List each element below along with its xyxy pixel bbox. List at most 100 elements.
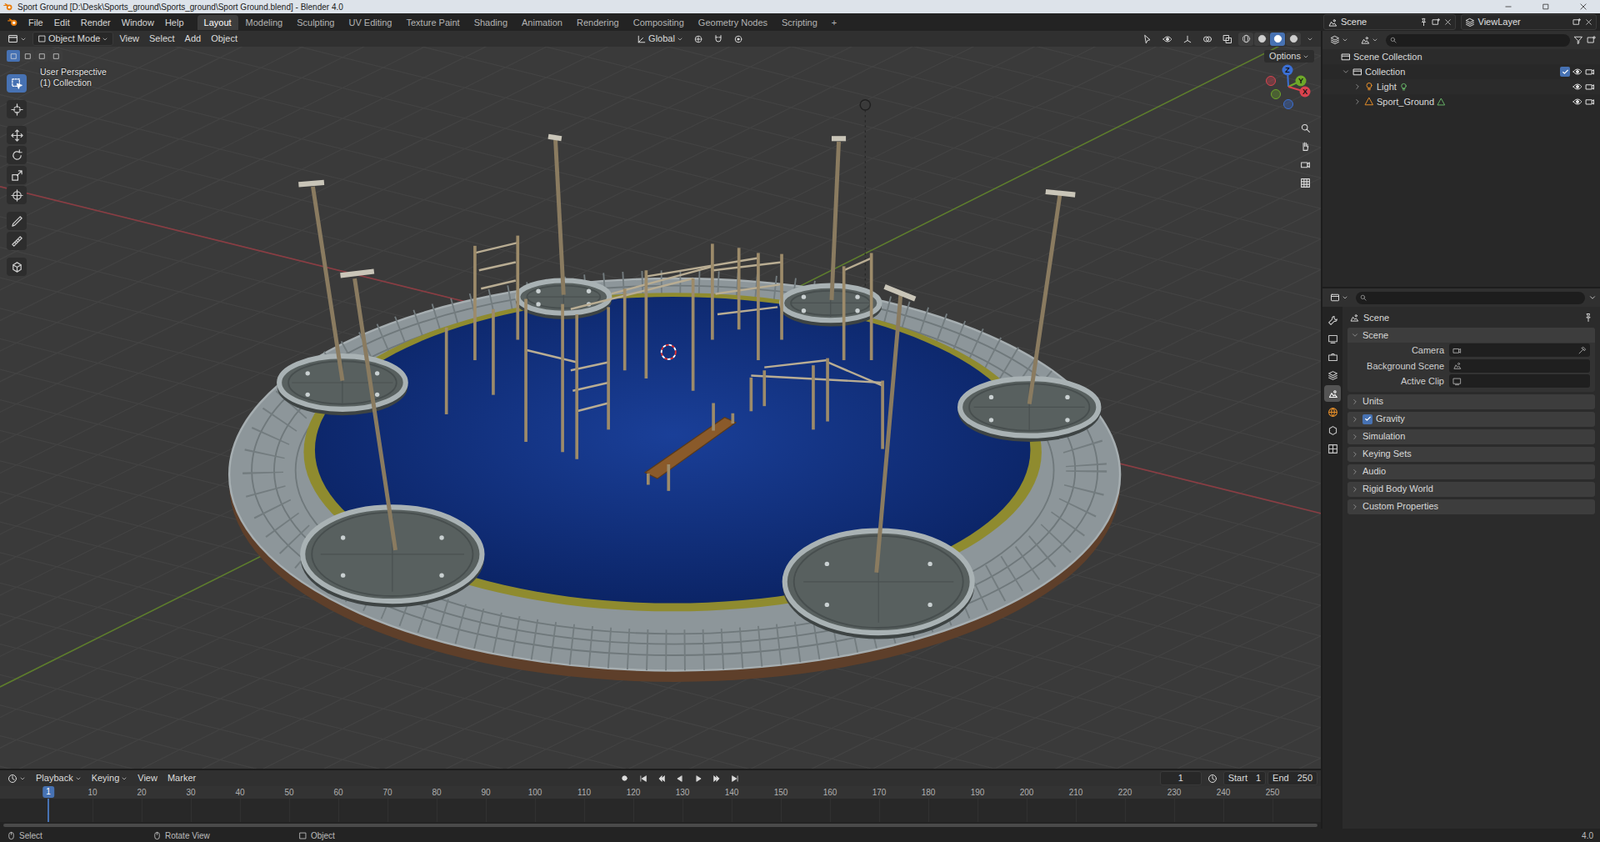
jump-start-button[interactable] <box>635 774 652 783</box>
gizmo-axis-label[interactable]: Y <box>1298 76 1304 85</box>
workspace-tab[interactable]: Sculpting <box>290 15 341 30</box>
property-field[interactable] <box>1449 359 1590 373</box>
select-mode-button[interactable] <box>20 50 35 62</box>
delete-view-layer-icon[interactable] <box>1585 18 1593 26</box>
blender-menu[interactable] <box>3 16 23 28</box>
eye-icon[interactable] <box>1572 66 1583 77</box>
eye-icon[interactable] <box>1572 81 1583 92</box>
expand-arrow-icon[interactable] <box>1350 450 1360 459</box>
record-button[interactable] <box>615 773 634 783</box>
gizmo-negative-axis[interactable] <box>1284 100 1294 110</box>
section-checkbox[interactable] <box>1362 414 1373 425</box>
close-button[interactable] <box>1566 0 1600 14</box>
properties-tab[interactable] <box>1324 385 1341 402</box>
menu-item[interactable]: Window <box>116 15 160 30</box>
previous-keyframe-button[interactable] <box>653 774 670 783</box>
workspace-tab[interactable]: Scripting <box>775 15 825 30</box>
expand-arrow-icon[interactable] <box>1350 330 1360 340</box>
workspace-tab[interactable]: Compositing <box>626 15 691 30</box>
visibility-button[interactable] <box>1158 34 1177 45</box>
outliner-label[interactable]: Light <box>1376 80 1397 95</box>
properties-search[interactable] <box>1355 291 1585 305</box>
outliner-label[interactable]: Scene Collection <box>1353 50 1423 65</box>
filter-icon[interactable] <box>1573 35 1584 45</box>
render-camera-icon[interactable] <box>1585 66 1595 77</box>
viewport-menu[interactable]: Object <box>206 32 242 45</box>
tool-button[interactable] <box>6 165 27 185</box>
select-mode-button[interactable] <box>6 50 20 62</box>
editor-type-button[interactable] <box>3 773 30 784</box>
shading-button[interactable] <box>1270 32 1285 46</box>
panel-title[interactable]: Rigid Body World <box>1362 481 1434 496</box>
timeline-menu[interactable]: Playback <box>31 771 86 785</box>
pivot-button[interactable] <box>689 34 708 45</box>
property-field[interactable] <box>1449 374 1590 388</box>
preview-range-button[interactable] <box>1203 773 1222 784</box>
options-icon[interactable] <box>1588 293 1597 302</box>
panel-header[interactable]: Gravity <box>1347 411 1595 427</box>
scene-name[interactable]: Scene <box>1340 15 1416 30</box>
properties-tab[interactable] <box>1324 348 1341 365</box>
view-layer-selector[interactable]: ViewLayer <box>1460 14 1597 30</box>
start-label[interactable]: Start <box>1228 771 1248 785</box>
panel-title[interactable]: Custom Properties <box>1362 499 1439 514</box>
timeline-menu-label[interactable]: Keying <box>91 771 120 785</box>
viewport[interactable]: User Perspective(1) CollectionOptionsZYX <box>0 46 1321 769</box>
proportional-editing-button[interactable] <box>729 34 748 45</box>
outliner-label[interactable]: Sport_Ground <box>1376 95 1435 110</box>
perspective-toggle-button[interactable] <box>1296 175 1314 191</box>
panel-header[interactable]: Units <box>1347 394 1595 410</box>
include-checkbox[interactable] <box>1560 66 1570 77</box>
properties-tab[interactable] <box>1324 311 1341 329</box>
new-scene-icon[interactable] <box>1431 17 1441 27</box>
camera-view-button[interactable] <box>1296 156 1314 173</box>
expand-arrow-icon[interactable] <box>1341 67 1350 76</box>
gizmo-axis[interactable] <box>1300 86 1311 98</box>
tool-button[interactable] <box>6 257 27 276</box>
editor-type-button[interactable] <box>3 33 31 45</box>
viewport-menu[interactable]: Add <box>180 32 206 45</box>
tool-button[interactable] <box>6 211 27 230</box>
scene-selector[interactable]: Scene <box>1323 14 1456 30</box>
snap-button[interactable] <box>709 34 728 45</box>
pan-button[interactable] <box>1296 138 1314 155</box>
maximize-button[interactable] <box>1529 0 1563 14</box>
workspace-tab[interactable]: Texture Paint <box>399 15 466 30</box>
workspace-tab[interactable]: Geometry Nodes <box>691 15 775 30</box>
pin-icon[interactable] <box>1419 17 1429 27</box>
shading-button[interactable] <box>1285 32 1301 46</box>
add-workspace-button[interactable]: + <box>825 15 844 30</box>
gizmo-axis-label[interactable]: Z <box>1285 65 1290 75</box>
view-layer-name[interactable]: ViewLayer <box>1478 15 1570 30</box>
minimize-button[interactable] <box>1491 0 1525 14</box>
viewport-menu[interactable]: View <box>115 32 144 45</box>
menu-item[interactable]: File <box>23 15 49 30</box>
timeline-menu[interactable]: Keying <box>87 771 133 785</box>
panel-title[interactable]: Units <box>1362 394 1384 409</box>
options-label[interactable]: Options <box>1269 50 1301 63</box>
viewport-scene[interactable] <box>0 46 1321 769</box>
render-camera-icon[interactable] <box>1585 96 1595 107</box>
delete-scene-icon[interactable] <box>1444 18 1452 26</box>
eyedropper-icon[interactable] <box>1577 345 1587 355</box>
properties-tab[interactable] <box>1324 403 1341 420</box>
panel-title[interactable]: Scene <box>1362 328 1389 343</box>
editor-type-button[interactable] <box>1325 292 1353 303</box>
playhead-line[interactable] <box>47 798 50 822</box>
expand-arrow-icon[interactable] <box>1350 467 1360 476</box>
expand-arrow-icon[interactable] <box>1350 415 1360 424</box>
shading-button[interactable] <box>1238 32 1254 46</box>
navigation-gizmo[interactable]: ZYX <box>1265 63 1312 110</box>
outliner-row[interactable]: Sport_Ground <box>1322 94 1600 110</box>
tool-button[interactable] <box>6 185 27 205</box>
gizmo-toggle-button[interactable] <box>1178 34 1197 45</box>
play-button[interactable] <box>690 774 707 783</box>
property-field[interactable] <box>1449 343 1590 357</box>
properties-tab[interactable] <box>1324 330 1341 347</box>
tool-button[interactable] <box>6 74 27 93</box>
tool-button[interactable] <box>6 125 27 145</box>
tool-button[interactable] <box>6 231 27 250</box>
expand-arrow-icon[interactable] <box>1350 485 1360 494</box>
panel-header[interactable]: Keying Sets <box>1347 446 1595 462</box>
shading-options-button[interactable] <box>1302 35 1318 43</box>
